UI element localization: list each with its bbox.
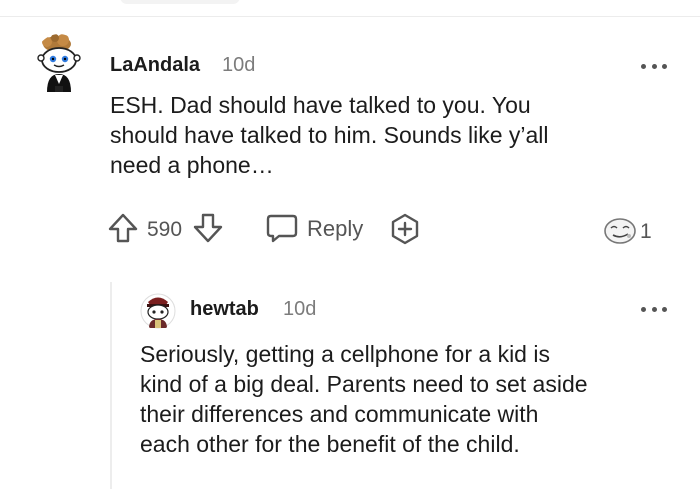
comment-timestamp[interactable]: 10d: [283, 298, 316, 321]
comment-timestamp[interactable]: 10d: [222, 54, 255, 77]
comment-body: Seriously, getting a cellphone for a kid…: [140, 339, 690, 459]
vote-count: 590: [147, 218, 183, 241]
comment-line: ESH. Dad should have talked to you. You: [110, 92, 531, 118]
upvote-arrow-icon[interactable]: [107, 212, 139, 244]
thread-line[interactable]: [110, 282, 112, 489]
award-face-icon[interactable]: [602, 216, 638, 246]
comment-line: each other for the benefit of the child.: [140, 431, 520, 457]
comment-body: ESH. Dad should have talked to you. You …: [110, 90, 670, 180]
more-dots-icon[interactable]: [641, 61, 667, 71]
award-count: 1: [640, 220, 652, 243]
reply-button[interactable]: Reply: [307, 216, 363, 242]
comment-username[interactable]: hewtab: [190, 298, 259, 321]
snoo-avatar-icon[interactable]: [33, 34, 85, 96]
downvote-arrow-icon[interactable]: [192, 212, 224, 244]
snoo-avatar-icon[interactable]: [140, 292, 176, 330]
top-divider: [0, 16, 700, 17]
comment-line: their differences and communicate with: [140, 401, 539, 427]
previous-content-fragment: [120, 0, 240, 4]
more-dots-icon[interactable]: [641, 304, 667, 314]
speech-bubble-icon[interactable]: [265, 212, 299, 244]
comment-line: need a phone…: [110, 152, 274, 178]
comment-thread: LaAndala 10d ESH. Dad should have talked…: [0, 0, 700, 489]
comment-line: kind of a big deal. Parents need to set …: [140, 371, 588, 397]
plus-circle-icon[interactable]: [388, 212, 422, 246]
comment-line: should have talked to him. Sounds like y…: [110, 122, 549, 148]
comment-line: Seriously, getting a cellphone for a kid…: [140, 341, 550, 367]
comment-username[interactable]: LaAndala: [110, 54, 200, 77]
